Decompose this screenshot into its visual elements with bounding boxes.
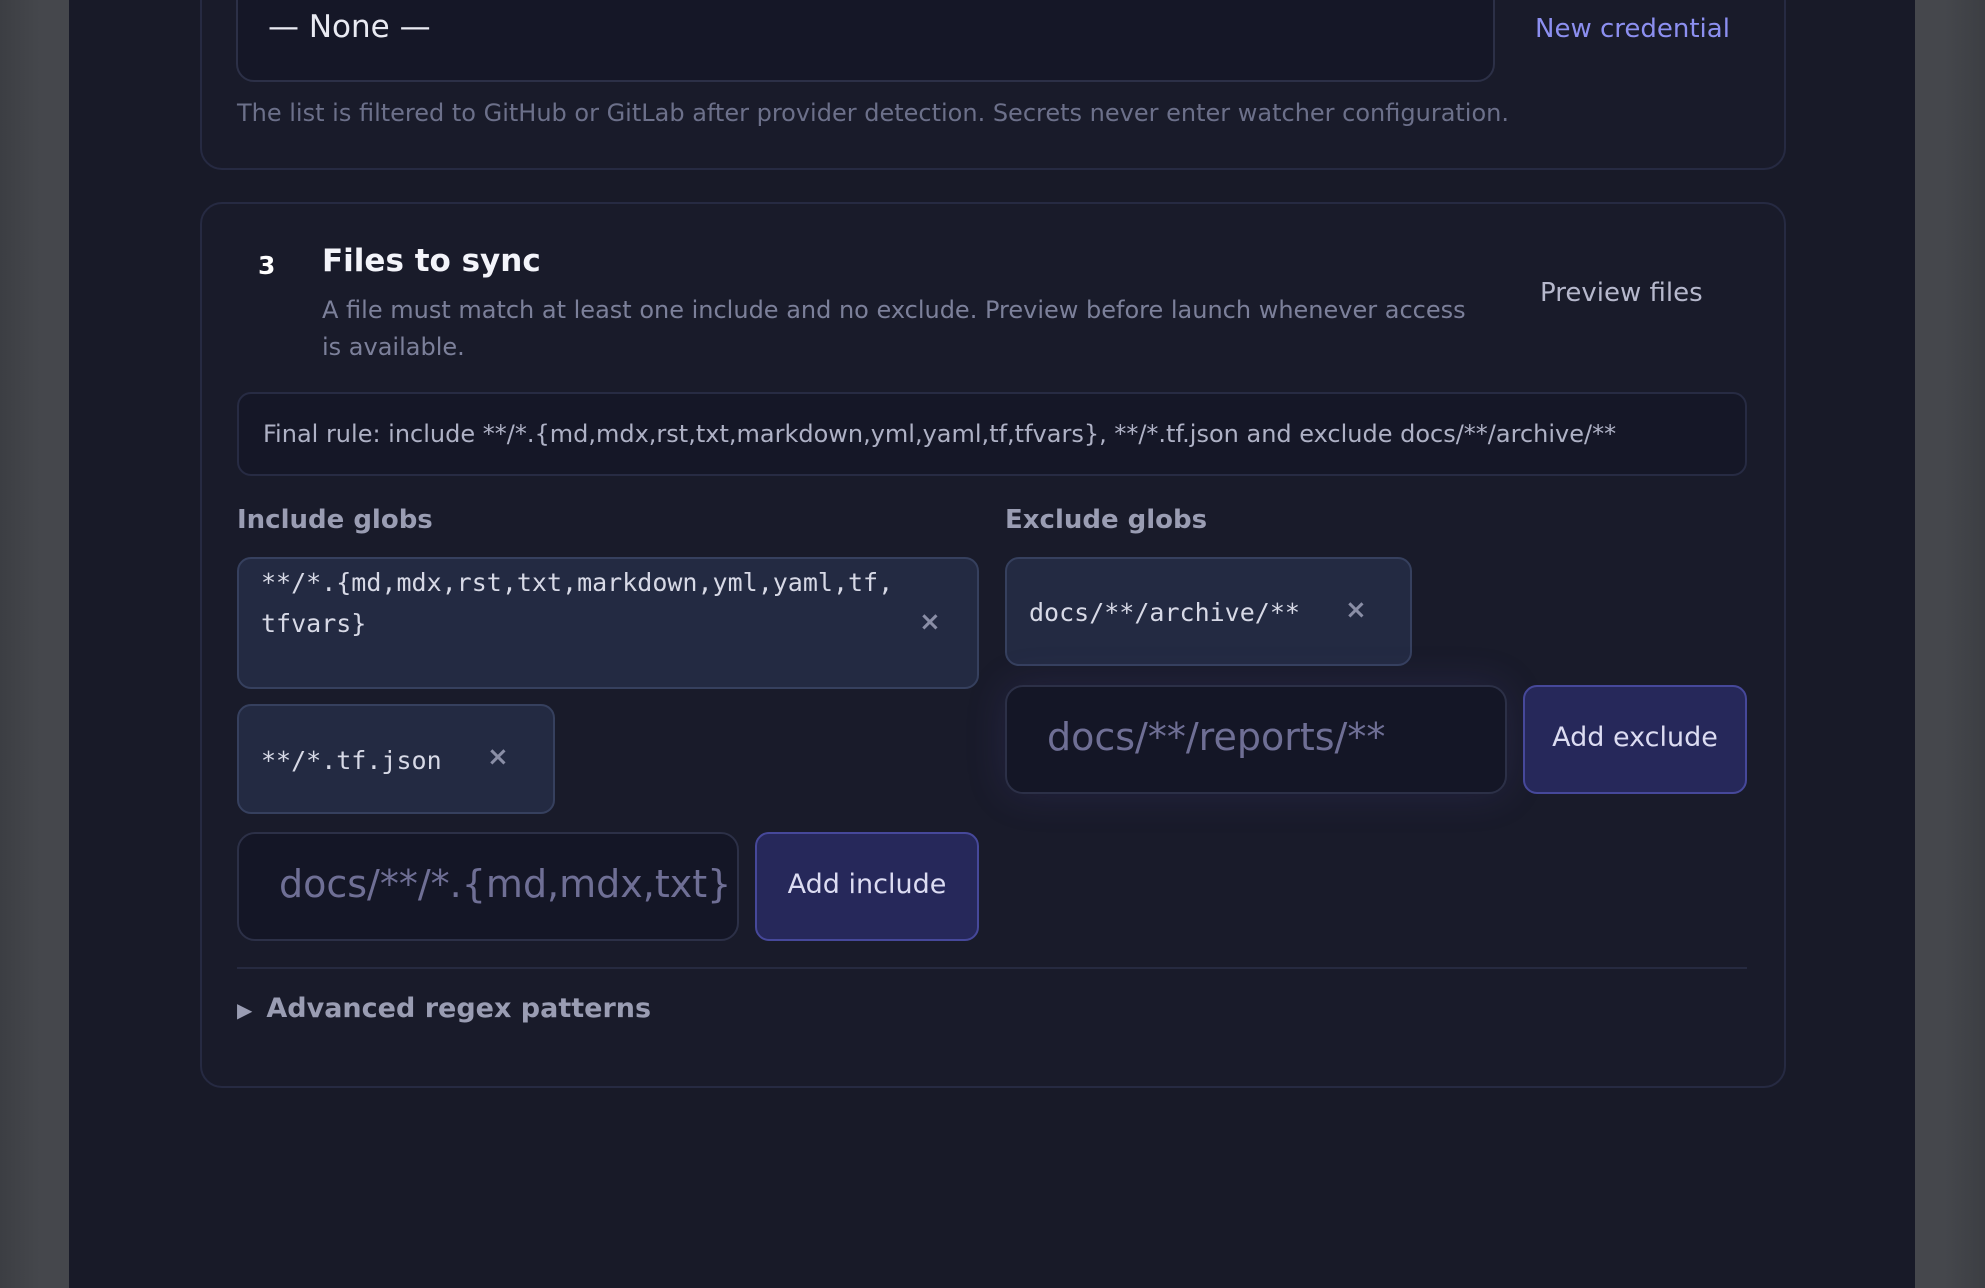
remove-include-glob-icon[interactable]: × <box>919 607 941 637</box>
include-glob-text: **/*.{md,mdx,rst,txt,markdown,yml,yaml,t… <box>261 568 894 638</box>
exclude-globs-label: Exclude globs <box>1005 505 1208 535</box>
exclude-glob-input[interactable]: docs/**/reports/** <box>1005 685 1507 794</box>
include-glob-chip: **/*.tf.json × <box>237 704 555 814</box>
include-glob-input[interactable]: docs/**/*.{md,mdx,txt} <box>237 832 739 941</box>
exclude-glob-chip: docs/**/archive/** × <box>1005 557 1412 666</box>
include-globs-label: Include globs <box>237 505 433 535</box>
advanced-regex-label: Advanced regex patterns <box>266 993 652 1024</box>
remove-exclude-glob-icon[interactable]: × <box>1345 595 1367 625</box>
include-glob-chip: **/*.{md,mdx,rst,txt,markdown,yml,yaml,t… <box>237 557 979 689</box>
section-divider <box>237 967 1747 969</box>
disclosure-triangle-icon: ▶ <box>237 998 253 1022</box>
section-title: Files to sync <box>322 243 541 279</box>
advanced-regex-toggle[interactable]: ▶ Advanced regex patterns <box>237 993 651 1024</box>
section-description: A file must match at least one include a… <box>322 296 1466 361</box>
credential-select[interactable]: — None — <box>236 0 1495 82</box>
final-rule-summary: Final rule: include **/*.{md,mdx,rst,txt… <box>237 392 1747 476</box>
credential-helper-text: The list is filtered to GitHub or GitLab… <box>237 99 1509 127</box>
remove-include-glob-icon[interactable]: × <box>487 742 509 772</box>
exclude-glob-text: docs/**/archive/** <box>1029 598 1300 627</box>
add-exclude-button[interactable]: Add exclude <box>1523 685 1747 794</box>
include-glob-text: **/*.tf.json <box>261 746 442 775</box>
preview-files-button[interactable]: Preview files <box>1540 278 1703 308</box>
new-credential-link[interactable]: New credential <box>1535 14 1730 44</box>
step-number: 3 <box>258 251 276 280</box>
add-include-button[interactable]: Add include <box>755 832 979 941</box>
